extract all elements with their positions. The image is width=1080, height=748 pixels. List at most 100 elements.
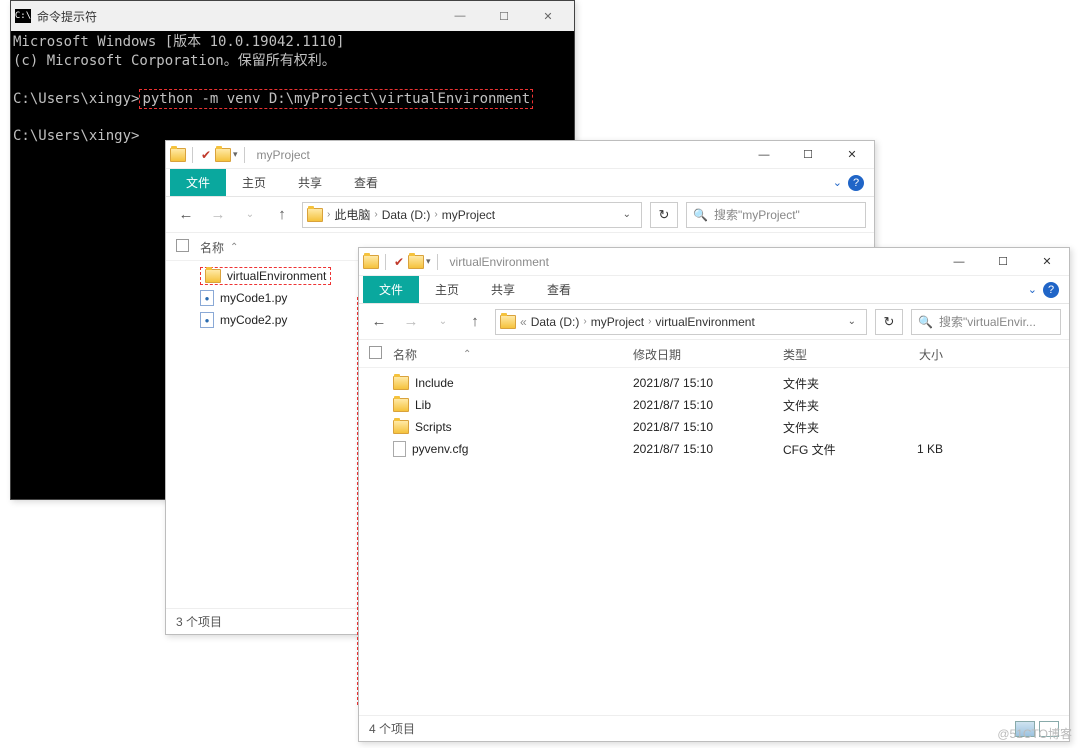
close-button[interactable]: ✕: [1025, 248, 1069, 276]
folder-icon: [205, 269, 221, 283]
folder-icon: [170, 148, 186, 162]
file-date: 2021/8/7 15:10: [633, 442, 783, 456]
cmd-body[interactable]: Microsoft Windows [版本 10.0.19042.1110] (…: [11, 31, 574, 148]
address-dropdown-icon[interactable]: ⌄: [617, 209, 637, 220]
exp1-ribbon: 文件 主页 共享 查看 ⌄ ?: [166, 169, 874, 197]
chevron-right-icon[interactable]: ›: [648, 316, 651, 327]
item-count: 3 个项目: [176, 613, 222, 630]
maximize-button[interactable]: ☐: [482, 2, 526, 30]
forward-button[interactable]: →: [206, 203, 230, 227]
help-icon[interactable]: ?: [848, 175, 864, 191]
folder-icon: [393, 398, 409, 412]
ribbon-expand-icon[interactable]: ⌄: [833, 176, 842, 189]
file-name: Include: [415, 376, 454, 390]
recent-dropdown[interactable]: ⌄: [431, 310, 455, 334]
file-name: virtualEnvironment: [227, 269, 326, 283]
tab-home[interactable]: 主页: [226, 169, 282, 196]
refresh-button[interactable]: ↻: [650, 202, 678, 228]
breadcrumb-pc[interactable]: 此电脑: [334, 206, 370, 223]
tab-home[interactable]: 主页: [419, 276, 475, 303]
qat-newfolder-icon[interactable]: [215, 148, 231, 162]
qat-newfolder-icon[interactable]: [408, 255, 424, 269]
highlighted-command: python -m venv D:\myProject\virtualEnvir…: [139, 89, 533, 109]
search-placeholder: 搜索"myProject": [714, 206, 800, 223]
item-count: 4 个项目: [369, 720, 415, 737]
exp2-ribbon: 文件 主页 共享 查看 ⌄ ?: [359, 276, 1069, 304]
file-date: 2021/8/7 15:10: [633, 398, 783, 412]
exp2-columns: 名称 ⌃ 修改日期 类型 大小: [359, 340, 1069, 368]
qat-dropdown-icon[interactable]: ▾: [426, 256, 431, 267]
breadcrumb-drive[interactable]: Data (D:): [531, 315, 580, 329]
address-dropdown-icon[interactable]: ⌄: [842, 316, 862, 327]
maximize-button[interactable]: ☐: [981, 248, 1025, 276]
chevron-right-icon[interactable]: ›: [583, 316, 586, 327]
list-item[interactable]: Lib 2021/8/7 15:10 文件夹: [369, 394, 1059, 416]
chevron-right-icon[interactable]: ›: [327, 209, 330, 220]
file-name: myCode1.py: [220, 291, 287, 305]
close-button[interactable]: ✕: [830, 141, 874, 169]
search-input[interactable]: 🔍 搜索"virtualEnvir...: [911, 309, 1061, 335]
minimize-button[interactable]: —: [937, 248, 981, 276]
exp2-navbar: ← → ⌄ ↑ « Data (D:) › myProject › virtua…: [359, 304, 1069, 340]
up-button[interactable]: ↑: [270, 203, 294, 227]
address-bar[interactable]: « Data (D:) › myProject › virtualEnviron…: [495, 309, 867, 335]
exp2-filelist: Include 2021/8/7 15:10 文件夹 Lib 2021/8/7 …: [359, 368, 1069, 464]
search-input[interactable]: 🔍 搜索"myProject": [686, 202, 866, 228]
folder-icon: [393, 420, 409, 434]
exp2-statusbar: 4 个项目: [359, 715, 1069, 741]
up-button[interactable]: ↑: [463, 310, 487, 334]
tab-view[interactable]: 查看: [531, 276, 587, 303]
maximize-button[interactable]: ☐: [786, 141, 830, 169]
file-name: myCode2.py: [220, 313, 287, 327]
help-icon[interactable]: ?: [1043, 282, 1059, 298]
file-date: 2021/8/7 15:10: [633, 420, 783, 434]
back-button[interactable]: ←: [367, 310, 391, 334]
cmd-icon: C:\: [15, 9, 31, 23]
sort-indicator-icon: ⌃: [463, 349, 471, 360]
back-button[interactable]: ←: [174, 203, 198, 227]
list-item[interactable]: Include 2021/8/7 15:10 文件夹: [369, 372, 1059, 394]
breadcrumb-folder1[interactable]: myProject: [591, 315, 644, 329]
breadcrumb-folder2[interactable]: virtualEnvironment: [655, 315, 754, 329]
column-type[interactable]: 类型: [783, 346, 893, 363]
search-placeholder: 搜索"virtualEnvir...: [939, 313, 1036, 330]
select-all-checkbox[interactable]: [369, 346, 382, 359]
ribbon-expand-icon[interactable]: ⌄: [1028, 283, 1037, 296]
exp2-title: virtualEnvironment: [450, 255, 549, 269]
chevron-right-icon[interactable]: ›: [374, 209, 377, 220]
file-date: 2021/8/7 15:10: [633, 376, 783, 390]
select-all-checkbox[interactable]: [176, 239, 189, 252]
recent-dropdown[interactable]: ⌄: [238, 203, 262, 227]
column-name[interactable]: 名称 ⌃: [393, 346, 633, 363]
cmd-titlebar[interactable]: C:\ 命令提示符 — ☐ ✕: [11, 1, 574, 31]
column-date[interactable]: 修改日期: [633, 346, 783, 363]
minimize-button[interactable]: —: [438, 2, 482, 30]
qat-properties-icon[interactable]: ✔: [392, 255, 406, 269]
minimize-button[interactable]: —: [742, 141, 786, 169]
exp1-titlebar[interactable]: ✔ ▾ myProject — ☐ ✕: [166, 141, 874, 169]
file-size: 1 KB: [893, 442, 953, 456]
list-item[interactable]: pyvenv.cfg 2021/8/7 15:10 CFG 文件 1 KB: [369, 438, 1059, 460]
breadcrumb-prefix[interactable]: «: [520, 315, 527, 329]
breadcrumb-folder[interactable]: myProject: [442, 208, 495, 222]
column-size[interactable]: 大小: [893, 346, 953, 363]
tab-file[interactable]: 文件: [363, 276, 419, 303]
chevron-right-icon[interactable]: ›: [434, 209, 437, 220]
cfg-file-icon: [393, 441, 406, 457]
sort-indicator-icon: ⌃: [230, 242, 238, 253]
exp1-navbar: ← → ⌄ ↑ › 此电脑 › Data (D:) › myProject ⌄ …: [166, 197, 874, 233]
list-item[interactable]: Scripts 2021/8/7 15:10 文件夹: [369, 416, 1059, 438]
tab-view[interactable]: 查看: [338, 169, 394, 196]
qat-properties-icon[interactable]: ✔: [199, 148, 213, 162]
tab-file[interactable]: 文件: [170, 169, 226, 196]
qat-dropdown-icon[interactable]: ▾: [233, 149, 238, 160]
exp2-titlebar[interactable]: ✔ ▾ virtualEnvironment — ☐ ✕: [359, 248, 1069, 276]
address-bar[interactable]: › 此电脑 › Data (D:) › myProject ⌄: [302, 202, 642, 228]
folder-icon: [363, 255, 379, 269]
tab-share[interactable]: 共享: [475, 276, 531, 303]
close-button[interactable]: ✕: [526, 2, 570, 30]
tab-share[interactable]: 共享: [282, 169, 338, 196]
refresh-button[interactable]: ↻: [875, 309, 903, 335]
forward-button[interactable]: →: [399, 310, 423, 334]
breadcrumb-drive[interactable]: Data (D:): [382, 208, 431, 222]
